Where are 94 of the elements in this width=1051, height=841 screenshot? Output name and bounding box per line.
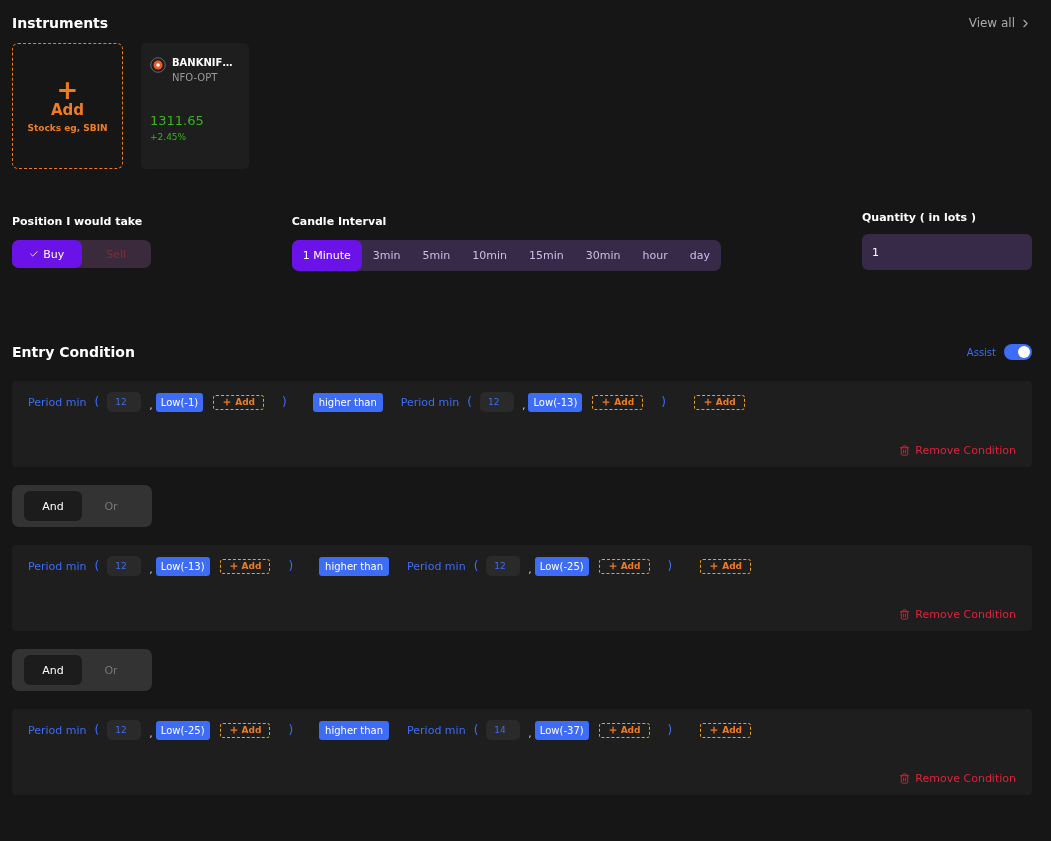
close-paren: ) [282,395,287,409]
plus-icon [228,725,239,735]
check-icon [29,249,40,259]
add-button[interactable]: Add [700,558,752,574]
open-paren: ( [94,559,100,573]
position-option[interactable]: Buy [12,240,82,268]
close-paren: ) [288,559,294,573]
low-chip[interactable]: Low(-13) [155,556,210,576]
interval-option[interactable]: hour [631,240,679,271]
section-title: Entry Condition [12,344,135,360]
instrument-change: +2.45% [150,132,188,142]
trash-icon [899,773,911,784]
comma: , [149,399,153,412]
interval-option[interactable]: 1 Minute [291,240,362,271]
plus-icon [222,397,233,407]
instrument-card[interactable]: BANKNIF… NFO-OPT 1311.65 +2.45% [141,43,249,169]
interval-option[interactable]: 3min [361,240,412,271]
comma: , [521,399,526,412]
comma: , [528,727,532,740]
quantity-field[interactable]: 1 [862,234,1032,270]
close-paren: ) [667,559,673,573]
low-chip[interactable]: Low(-37) [534,720,589,740]
add-button[interactable]: Add [219,558,271,574]
period-field[interactable]: 12 [107,720,142,740]
low-chip[interactable]: Low(-1) [155,392,204,412]
function-label: Period min [28,395,87,409]
plus-icon: + [56,79,79,101]
function-label: Period min [28,723,87,737]
function-label: Period min [400,395,460,409]
period-field[interactable]: 14 [486,720,521,740]
low-chip[interactable]: Low(-25) [534,556,589,576]
add-button[interactable]: Add [598,558,650,574]
period-field[interactable]: 12 [479,392,514,412]
open-paren: ( [94,723,100,737]
plus-icon [702,397,713,407]
period-field[interactable]: 12 [107,556,142,576]
close-paren: ) [661,395,666,409]
open-paren: ( [473,559,479,573]
add-hint: Stocks eg, SBIN [27,123,108,133]
close-paren: ) [288,723,294,737]
field-label: Candle Interval [291,215,388,228]
plus-icon [709,725,720,735]
interval-option[interactable]: 5min [411,240,462,271]
plus-icon [607,725,618,735]
operator-chip[interactable]: higher than [319,556,390,576]
instrument-name: BANKNIF… [172,57,233,68]
trash-icon [899,609,911,620]
plus-icon [601,397,612,407]
logic-option[interactable]: And [24,491,82,521]
add-button[interactable]: Add [219,722,271,738]
comma: , [528,563,532,576]
low-chip[interactable]: Low(-13) [528,392,583,412]
add-button[interactable]: Add [700,722,752,738]
remove-condition-button[interactable]: Remove Condition [899,772,1016,785]
section-title: Instruments [12,15,109,31]
instrument-logo-icon [150,57,166,73]
comma: , [149,563,153,576]
field-label: Position I would take [12,215,144,228]
operator-chip[interactable]: higher than [319,720,390,740]
instrument-price: 1311.65 [150,113,205,128]
open-paren: ( [94,395,100,409]
view-all-link[interactable]: View all [968,16,1032,30]
remove-condition-button[interactable]: Remove Condition [899,608,1016,621]
assist-label: Assist [966,346,996,358]
field-label: Quantity ( in lots ) [862,211,977,224]
interval-option[interactable]: 30min [574,240,632,271]
open-paren: ( [467,395,472,409]
plus-icon [607,561,618,571]
function-label: Period min [407,559,466,573]
close-paren: ) [667,723,673,737]
segment-label: NFO-OPT [172,72,219,83]
operator-chip[interactable]: higher than [312,392,383,412]
low-chip[interactable]: Low(-25) [155,720,210,740]
add-button[interactable]: Add [213,394,265,410]
add-button[interactable]: Add [592,394,644,410]
trash-icon [899,445,911,456]
remove-condition-button[interactable]: Remove Condition [899,444,1016,457]
plus-icon [228,561,239,571]
add-button[interactable]: Add [598,722,650,738]
function-label: Period min [407,723,466,737]
interval-option[interactable]: 15min [518,240,575,271]
add-instrument-card[interactable]: + Add Stocks eg, SBIN [12,43,123,169]
add-button[interactable]: Add [693,394,745,410]
interval-option[interactable]: day [678,240,721,271]
interval-option[interactable]: 10min [461,240,518,271]
period-field[interactable]: 12 [107,392,142,412]
comma: , [149,727,153,740]
function-label: Period min [28,559,87,573]
logic-option[interactable]: And [24,655,82,685]
add-label: Add [50,101,85,119]
assist-switch[interactable] [1004,344,1032,360]
open-paren: ( [473,723,479,737]
plus-icon [709,561,720,571]
period-field[interactable]: 12 [486,556,521,576]
